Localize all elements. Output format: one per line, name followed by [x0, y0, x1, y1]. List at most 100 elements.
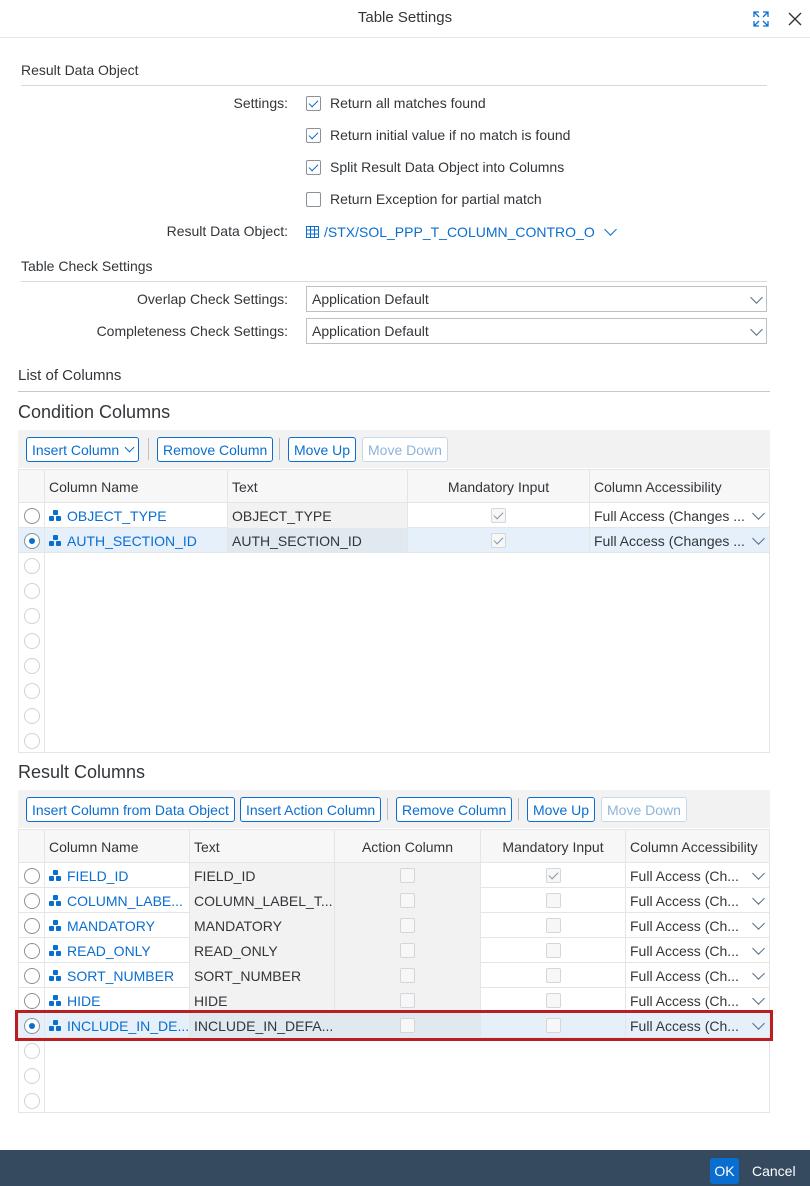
close-icon[interactable] [783, 7, 807, 31]
column-accessibility-select[interactable]: Full Access (Ch... [625, 888, 769, 913]
column-header[interactable]: Column Name [44, 470, 227, 503]
table-row[interactable]: COLUMN_LABE... COLUMN_LABEL_T... Full Acce… [19, 888, 769, 913]
column-header[interactable]: Mandatory Input [480, 830, 625, 863]
column-header[interactable]: Mandatory Input [407, 470, 589, 503]
column-accessibility-select[interactable]: Full Access (Ch... [625, 938, 769, 963]
chevron-down-icon[interactable] [751, 867, 765, 883]
column-accessibility-select[interactable]: Full Access (Ch... [625, 1013, 769, 1038]
chevron-down-icon[interactable] [750, 323, 763, 336]
chevron-down-icon[interactable] [751, 917, 765, 933]
column-accessibility-select[interactable]: Full Access (Changes ... [589, 503, 769, 528]
row-selector[interactable] [19, 988, 44, 1013]
full-screen-icon[interactable] [749, 7, 773, 31]
insert-column-from-data-object-button[interactable]: Insert Column from Data Object [26, 797, 235, 822]
mandatory-input-cell[interactable] [480, 863, 625, 888]
checkbox[interactable] [306, 159, 321, 175]
chevron-down-icon [123, 442, 135, 457]
table-row[interactable]: READ_ONLY READ_ONLY Full Access (Ch... [19, 938, 769, 963]
row-selector[interactable] [19, 963, 44, 988]
mandatory-input-cell[interactable] [480, 938, 625, 963]
checkbox[interactable] [306, 95, 321, 111]
mandatory-input-cell[interactable] [480, 913, 625, 938]
column-accessibility-select[interactable]: Full Access (Ch... [625, 863, 769, 888]
table-row[interactable]: SORT_NUMBER SORT_NUMBER Full Access (Ch... [19, 963, 769, 988]
column-header[interactable]: Text [189, 830, 334, 863]
column-name-cell[interactable]: COLUMN_LABE... [44, 888, 189, 913]
table-row[interactable]: FIELD_ID FIELD_ID Full Access (Ch... [19, 863, 769, 888]
column-header[interactable]: Text [227, 470, 407, 503]
column-name-cell[interactable]: READ_ONLY [44, 938, 189, 963]
move-up-button[interactable]: Move Up [527, 797, 596, 822]
move-down-button[interactable]: Move Down [362, 437, 448, 462]
table-row[interactable]: AUTH_SECTION_ID AUTH_SECTION_ID Full Acces… [19, 528, 769, 553]
empty-row [19, 1063, 769, 1088]
column-name-cell[interactable]: MANDATORY [44, 913, 189, 938]
move-up-button[interactable]: Move Up [288, 437, 357, 462]
empty-row [19, 553, 769, 578]
table-row[interactable]: INCLUDE_IN_DE... INCLUDE_IN_DEFA... Full A… [19, 1013, 769, 1038]
table-row[interactable]: OBJECT_TYPE OBJECT_TYPE Full Access (Chang… [19, 503, 769, 528]
column-accessibility-select[interactable]: Full Access (Ch... [625, 988, 769, 1013]
move-down-button[interactable]: Move Down [601, 797, 687, 822]
chevron-down-icon[interactable] [751, 892, 765, 908]
attribute-icon [49, 534, 61, 547]
divider [18, 391, 770, 392]
cancel-button[interactable]: Cancel [752, 1158, 796, 1184]
chevron-down-icon[interactable] [751, 942, 765, 958]
column-header[interactable]: Column Name [44, 830, 189, 863]
overlap-check-select[interactable]: Application Default [306, 286, 767, 312]
column-header[interactable]: Column Accessibility [589, 470, 769, 503]
table-row[interactable]: MANDATORY MANDATORY Full Access (Ch... [19, 913, 769, 938]
chevron-down-icon[interactable] [751, 1017, 765, 1033]
row-selector[interactable] [19, 913, 44, 938]
ok-button[interactable]: OK [710, 1158, 739, 1184]
column-name-cell[interactable]: FIELD_ID [44, 863, 189, 888]
chevron-down-icon[interactable] [751, 967, 765, 983]
row-selector[interactable] [19, 503, 44, 528]
column-accessibility-select[interactable]: Full Access (Ch... [625, 913, 769, 938]
mandatory-input-cell[interactable] [480, 888, 625, 913]
remove-column-button[interactable]: Remove Column [396, 797, 513, 822]
empty-row [19, 603, 769, 628]
mandatory-input-cell[interactable] [407, 503, 589, 528]
chevron-down-icon[interactable] [750, 291, 763, 304]
row-selector[interactable] [19, 863, 44, 888]
remove-column-button[interactable]: Remove Column [157, 437, 274, 462]
column-header[interactable]: Column Accessibility [625, 830, 769, 863]
row-selector[interactable] [19, 888, 44, 913]
column-name-cell[interactable]: OBJECT_TYPE [44, 503, 227, 528]
mandatory-input-cell[interactable] [480, 988, 625, 1013]
option-return-exception[interactable]: Return Exception for partial match [306, 189, 542, 209]
chevron-down-icon[interactable] [751, 532, 765, 548]
option-return-initial-value[interactable]: Return initial value if no match is foun… [306, 125, 570, 145]
column-name-cell[interactable]: INCLUDE_IN_DE... [44, 1013, 189, 1038]
mandatory-input-cell[interactable] [480, 963, 625, 988]
rdo-link[interactable]: /STX/SOL_PPP_T_COLUMN_CONTRO_O [306, 222, 621, 242]
column-name-cell[interactable]: SORT_NUMBER [44, 963, 189, 988]
row-selector[interactable] [19, 938, 44, 963]
attribute-icon [49, 894, 61, 907]
chevron-down-icon[interactable] [751, 507, 765, 523]
column-accessibility-select[interactable]: Full Access (Changes ... [589, 528, 769, 553]
insert-column-button[interactable]: Insert Column [26, 437, 139, 462]
checkbox[interactable] [306, 191, 321, 207]
completeness-check-select[interactable]: Application Default [306, 318, 767, 344]
dialog-footer: OK Cancel [0, 1150, 810, 1186]
chevron-down-icon[interactable] [601, 222, 621, 242]
row-selector[interactable] [19, 1013, 44, 1038]
option-split-result[interactable]: Split Result Data Object into Columns [306, 157, 564, 177]
mandatory-input-cell[interactable] [407, 528, 589, 553]
column-header[interactable]: Action Column [334, 830, 480, 863]
checkbox[interactable] [306, 127, 321, 143]
insert-action-column-button[interactable]: Insert Action Column [240, 797, 382, 822]
table-icon [306, 226, 319, 238]
column-name-cell[interactable]: AUTH_SECTION_ID [44, 528, 227, 553]
table-row[interactable]: HIDE HIDE Full Access (Ch... [19, 988, 769, 1013]
chevron-down-icon[interactable] [751, 992, 765, 1008]
column-accessibility-select[interactable]: Full Access (Ch... [625, 963, 769, 988]
completeness-check-label: Completeness Check Settings: [96, 323, 288, 339]
option-return-all-matches[interactable]: Return all matches found [306, 93, 486, 113]
mandatory-input-cell[interactable] [480, 1013, 625, 1038]
row-selector[interactable] [19, 528, 44, 553]
column-name-cell[interactable]: HIDE [44, 988, 189, 1013]
